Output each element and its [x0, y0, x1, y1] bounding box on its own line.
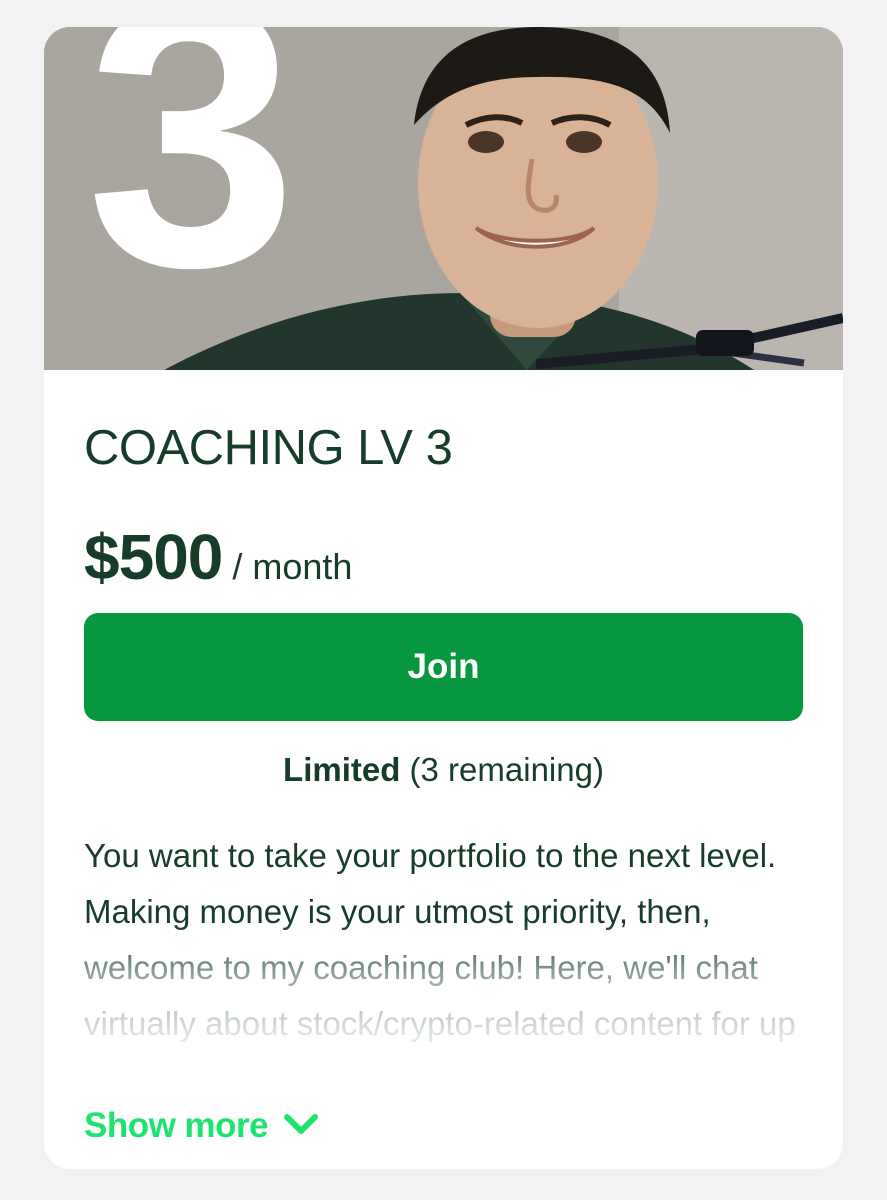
chevron-down-icon	[282, 1112, 320, 1141]
show-more-button[interactable]: Show more	[84, 1106, 320, 1146]
tier-price: $500	[84, 521, 223, 593]
membership-tier-card: 3 COACHING LV 3 $500 / month Join Limite…	[44, 27, 843, 1169]
join-button[interactable]: Join	[84, 613, 803, 721]
tier-description: You want to take your portfolio to the n…	[84, 837, 796, 1073]
billing-period: / month	[232, 546, 353, 587]
availability-limited-label: Limited	[283, 751, 401, 788]
cover-photo: 3	[44, 27, 843, 370]
tier-title: COACHING LV 3	[84, 421, 453, 475]
hero-badge-number: 3	[86, 27, 297, 346]
availability-status: Limited (3 remaining)	[84, 751, 803, 789]
tier-cover-image: 3	[44, 27, 843, 370]
show-more-label: Show more	[84, 1106, 269, 1145]
availability-remaining-count: (3 remaining)	[409, 751, 604, 788]
price-row: $500 / month	[84, 520, 352, 594]
